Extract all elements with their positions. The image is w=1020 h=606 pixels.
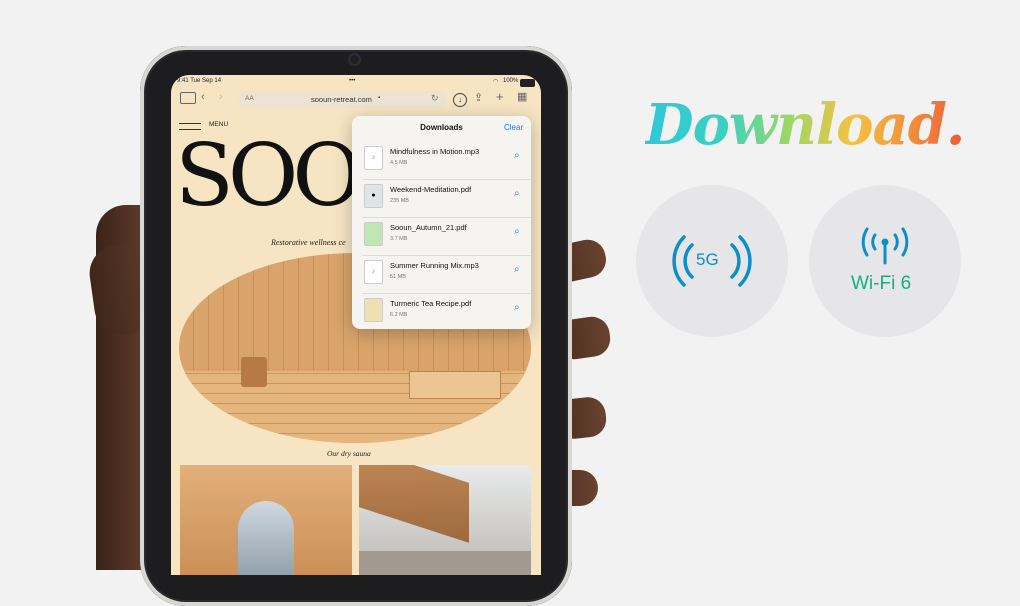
5g-label: 5G bbox=[696, 250, 719, 269]
download-file-size: 235 MB bbox=[390, 198, 409, 204]
show-in-folder-icon[interactable]: ⌕ bbox=[514, 226, 520, 237]
downloads-icon[interactable]: ↓ bbox=[453, 93, 467, 107]
address-bar[interactable]: AA sooun-retreat.com ▪ ↻ bbox=[239, 91, 447, 108]
front-camera bbox=[350, 55, 359, 64]
pdf-file-icon: ● bbox=[364, 184, 383, 208]
wifi6-label: Wi-Fi 6 bbox=[851, 273, 912, 294]
reload-icon[interactable]: ↻ bbox=[431, 93, 439, 104]
battery-percent: 100% bbox=[503, 78, 519, 84]
pdf-file-icon bbox=[364, 298, 383, 322]
photo-caption: Our dry sauna bbox=[327, 449, 371, 458]
battery-icon bbox=[520, 79, 535, 87]
download-item[interactable]: Sooun_Autumn_21.pdf 3.7 MB ⌕ bbox=[362, 217, 531, 256]
tabs-overview-icon[interactable]: ▦ bbox=[517, 90, 527, 104]
lock-icon: ▪ bbox=[378, 95, 381, 101]
forward-icon[interactable]: › bbox=[219, 90, 223, 104]
sauna-arch-photo bbox=[180, 465, 352, 575]
sidebar-icon[interactable] bbox=[180, 92, 196, 104]
text-size-button[interactable]: AA bbox=[245, 95, 254, 102]
download-headline: Download. bbox=[645, 92, 965, 158]
wifi6-badge: Wi-Fi 6 bbox=[809, 185, 961, 337]
wifi-icon: ◠ bbox=[493, 79, 499, 85]
share-icon[interactable]: ⇪ bbox=[474, 91, 483, 105]
status-bar: 9:41 Tue Sep 14 ••• ◠ 100% bbox=[171, 75, 541, 89]
clear-button[interactable]: Clear bbox=[504, 123, 523, 132]
downloads-popover: Downloads Clear ♪ Mindfulness in Motion.… bbox=[352, 116, 531, 329]
pdf-file-icon bbox=[364, 222, 383, 246]
download-item[interactable]: ♪ Summer Running Mix.mp3 51 MB ⌕ bbox=[362, 255, 531, 294]
audio-file-icon: ♪ bbox=[364, 260, 383, 284]
site-logo: SOO bbox=[175, 126, 363, 226]
5g-badge: 5G bbox=[636, 185, 788, 337]
status-time: 9:41 Tue Sep 14 bbox=[177, 78, 222, 84]
wifi-antenna-icon bbox=[861, 227, 909, 265]
download-file-size: 6.2 MB bbox=[390, 312, 408, 318]
download-file-name: Mindfulness in Motion.mp3 bbox=[390, 147, 480, 156]
download-item[interactable]: ♪ Mindfulness in Motion.mp3 4.5 MB ⌕ bbox=[362, 141, 531, 180]
url-text: sooun-retreat.com bbox=[311, 95, 372, 104]
show-in-folder-icon[interactable]: ⌕ bbox=[514, 150, 520, 161]
download-file-name: Turmeric Tea Recipe.pdf bbox=[390, 299, 472, 308]
terrace-photo bbox=[359, 465, 531, 575]
back-icon[interactable]: ‹ bbox=[201, 90, 205, 104]
show-in-folder-icon[interactable]: ⌕ bbox=[514, 188, 520, 199]
site-tagline: Restorative wellness ce bbox=[271, 238, 346, 247]
multitasking-dots[interactable]: ••• bbox=[349, 78, 355, 84]
download-file-size: 4.5 MB bbox=[390, 160, 408, 166]
show-in-folder-icon[interactable]: ⌕ bbox=[514, 264, 520, 275]
download-file-name: Sooun_Autumn_21.pdf bbox=[390, 223, 467, 232]
download-item[interactable]: ● Weekend-Meditation.pdf 235 MB ⌕ bbox=[362, 179, 531, 218]
download-file-name: Summer Running Mix.mp3 bbox=[390, 261, 479, 270]
show-in-folder-icon[interactable]: ⌕ bbox=[514, 302, 520, 313]
download-file-name: Weekend-Meditation.pdf bbox=[390, 185, 472, 194]
download-item[interactable]: Turmeric Tea Recipe.pdf 6.2 MB ⌕ bbox=[362, 293, 531, 331]
download-file-size: 51 MB bbox=[390, 274, 406, 280]
download-file-size: 3.7 MB bbox=[390, 236, 408, 242]
new-tab-icon[interactable]: + bbox=[496, 90, 504, 104]
audio-file-icon: ♪ bbox=[364, 146, 383, 170]
device-screen: 9:41 Tue Sep 14 ••• ◠ 100% ‹ › AA sooun-… bbox=[171, 75, 541, 575]
